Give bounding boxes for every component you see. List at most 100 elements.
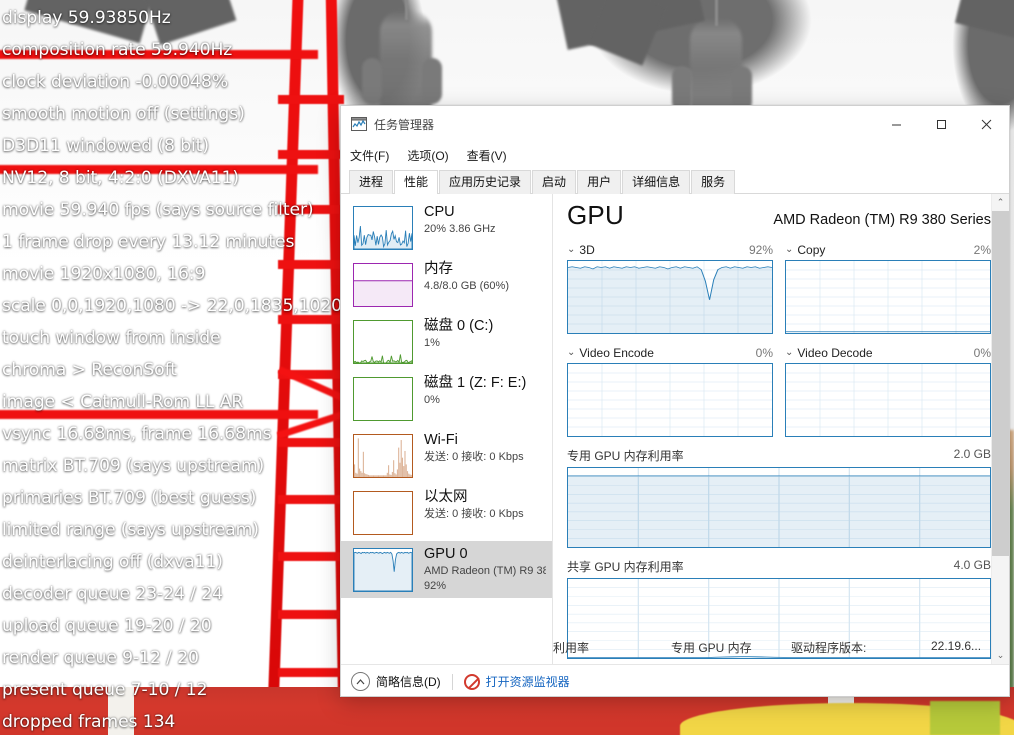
sidebar-item-label: CPU (424, 204, 455, 220)
minimize-button[interactable] (874, 106, 919, 142)
fewer-details-button[interactable]: 简略信息(D) (351, 672, 441, 691)
close-button[interactable] (964, 106, 1009, 142)
osd-line: movie 59.940 fps (says source filter) (2, 200, 314, 220)
engine-label-3d: 3D (579, 243, 595, 257)
tab-5[interactable]: 详细信息 (622, 170, 691, 194)
engine-graph-copy (785, 260, 991, 334)
chevron-down-icon[interactable]: ⌄ (785, 348, 793, 358)
chevron-down-icon[interactable]: ⌄ (567, 245, 575, 255)
sidebar-item-label: 磁盘 0 (C:) (424, 318, 494, 334)
title-bar[interactable]: 任务管理器 (341, 106, 1009, 142)
task-manager-window[interactable]: 任务管理器 文件(F) 选项(O) 查看(V) 进程 性能 应用历史记录 启动 用户 详细… (340, 105, 1010, 697)
sidebar-item-label: 内存 (424, 261, 453, 277)
sidebar-item-text: GPU 0 AMD Radeon (TM) R9 38 92% (424, 545, 546, 594)
engine-cell-3d[interactable]: ⌄ 3D 92% (567, 243, 773, 334)
osd-line: D3D11 windowed (8 bit) (2, 136, 209, 156)
menu-item-view[interactable]: 查看(V) (467, 144, 516, 167)
engine-header-3d[interactable]: ⌄ 3D 92% (567, 243, 773, 257)
sidebar-item-sublabel: 20% 3.86 GHz (424, 223, 496, 235)
tab-2[interactable]: 应用历史记录 (439, 170, 532, 194)
dedicated-memory-label: 专用 GPU 内存利用率 (567, 449, 684, 463)
sidebar-item-sublabel: 1% (424, 337, 440, 349)
menu-item-options[interactable]: 选项(O) (407, 144, 457, 167)
video-object-ear-left-b (422, 58, 442, 104)
tab-6[interactable]: 服务 (691, 170, 736, 194)
engine-value-copy: 2% (973, 243, 991, 257)
open-resource-monitor-button[interactable]: 打开资源监视器 (463, 673, 570, 690)
sidebar-item-sublabel: 4.8/8.0 GB (60%) (424, 280, 509, 292)
task-manager-body: CPU 20% 3.86 GHz 内存 4.8/8.0 GB (60%) 磁盘 0 (C… (341, 194, 1009, 664)
osd-line: clock deviation -0.00048% (2, 72, 229, 92)
tab-3[interactable]: 启动 (532, 170, 577, 194)
tab-1[interactable]: 性能 (394, 170, 439, 194)
sidebar-item-sublabel: 0% (424, 394, 440, 406)
sidebar-item-text: 内存 4.8/8.0 GB (60%) (424, 260, 509, 294)
sidebar-thumbnail-graph (353, 320, 413, 364)
engine-graph-3d (567, 260, 773, 334)
engine-header-video-encode[interactable]: ⌄ Video Encode 0% (567, 346, 773, 360)
osd-line: primaries BT.709 (best guess) (2, 488, 257, 508)
scrollbar-thumb[interactable] (992, 211, 1009, 556)
sidebar-thumbnail-graph (353, 548, 413, 592)
status-divider (451, 673, 453, 690)
chevron-up-circle-icon (351, 672, 370, 691)
osd-line: scale 0,0,1920,1080 -> 22,0,1835,1020 (2, 296, 342, 316)
sidebar-item--[interactable]: 以太网 发送: 0 接收: 0 Kbps (341, 484, 552, 541)
engine-cell-video-encode[interactable]: ⌄ Video Encode 0% (567, 346, 773, 437)
osd-line: touch window from inside (2, 328, 221, 348)
sidebar-item-text: 磁盘 0 (C:) 1% (424, 317, 493, 351)
sidebar-item-sublabel: 发送: 0 接收: 0 Kbps (424, 451, 524, 463)
tab-0[interactable]: 进程 (349, 170, 394, 194)
shared-memory-label: 共享 GPU 内存利用率 (567, 560, 684, 574)
open-resource-monitor-label: 打开资源监视器 (485, 675, 570, 689)
engine-header-video-decode[interactable]: ⌄ Video Decode 0% (785, 346, 991, 360)
osd-line: decoder queue 23-24 / 24 (2, 584, 223, 604)
vertical-scrollbar[interactable]: ⌃ ⌄ (991, 194, 1009, 664)
footer-label-utilization: 利用率 (553, 641, 590, 655)
osd-line: 1 frame drop every 13.12 minutes (2, 232, 295, 252)
sidebar-item-label: 磁盘 1 (Z: F: E:) (424, 375, 527, 391)
osd-line: present queue 7-10 / 12 (2, 680, 208, 700)
engine-header-copy[interactable]: ⌄ Copy 2% (785, 243, 991, 257)
sidebar-item--[interactable]: 内存 4.8/8.0 GB (60%) (341, 256, 552, 313)
chevron-down-icon[interactable]: ⌄ (567, 348, 575, 358)
osd-line: image < Catmull-Rom LL AR (2, 392, 244, 412)
tab-strip[interactable]: 进程 性能 应用历史记录 启动 用户 详细信息 服务 (341, 168, 1009, 194)
shared-memory-max: 4.0 GB (953, 558, 991, 572)
window-controls[interactable] (874, 106, 1009, 142)
sidebar-item-gpu-0[interactable]: GPU 0 AMD Radeon (TM) R9 38 92% (341, 541, 552, 598)
engine-label-video-decode: Video Decode (797, 346, 873, 360)
menu-bar[interactable]: 文件(F) 选项(O) 查看(V) (341, 142, 1009, 168)
sidebar-item--0-c-[interactable]: 磁盘 0 (C:) 1% (341, 313, 552, 370)
sidebar-item-sublabel: AMD Radeon (TM) R9 38 (424, 565, 546, 577)
gpu-header: GPU AMD Radeon (TM) R9 380 Series (567, 200, 1009, 231)
task-manager-icon (351, 116, 367, 132)
gpu-model-name: AMD Radeon (TM) R9 380 Series (773, 212, 991, 228)
sidebar-thumbnail-graph (353, 491, 413, 535)
minimize-icon (892, 124, 901, 125)
video-object-wire-right (715, 0, 718, 26)
chevron-down-icon[interactable]: ⌄ (785, 245, 793, 255)
tab-4[interactable]: 用户 (577, 170, 622, 194)
sidebar-item-wi-fi[interactable]: Wi-Fi 发送: 0 接收: 0 Kbps (341, 427, 552, 484)
sidebar-item-sublabel: 发送: 0 接收: 0 Kbps (424, 508, 524, 520)
video-object-ear-left-a (362, 58, 382, 104)
video-foreground-green (930, 701, 1000, 735)
osd-line: render queue 9-12 / 20 (2, 648, 199, 668)
engine-row-1: ⌄ 3D 92% ⌄ Copy 2% (567, 243, 1009, 334)
sidebar-item-cpu[interactable]: CPU 20% 3.86 GHz (341, 199, 552, 256)
gpu-detail-panel: GPU AMD Radeon (TM) R9 380 Series ⌄ 3D 9… (553, 194, 1009, 664)
sidebar-item--1-z-f-e-[interactable]: 磁盘 1 (Z: F: E:) 0% (341, 370, 552, 427)
engine-cell-copy[interactable]: ⌄ Copy 2% (785, 243, 991, 334)
maximize-button[interactable] (919, 106, 964, 142)
osd-line: deinterlacing off (dxva11) (2, 552, 223, 572)
menu-item-file[interactable]: 文件(F) (350, 144, 398, 167)
osd-line: movie 1920x1080, 16:9 (2, 264, 206, 284)
performance-sidebar[interactable]: CPU 20% 3.86 GHz 内存 4.8/8.0 GB (60%) 磁盘 0 (C… (341, 194, 553, 664)
engine-cell-video-decode[interactable]: ⌄ Video Decode 0% (785, 346, 991, 437)
engine-label-video-encode: Video Encode (579, 346, 654, 360)
scroll-up-arrow-icon[interactable]: ⌃ (992, 194, 1009, 211)
scroll-down-arrow-icon[interactable]: ⌄ (992, 647, 1009, 664)
osd-line: NV12, 8 bit, 4:2:0 (DXVA11) (2, 168, 240, 188)
resource-monitor-icon (463, 673, 480, 690)
